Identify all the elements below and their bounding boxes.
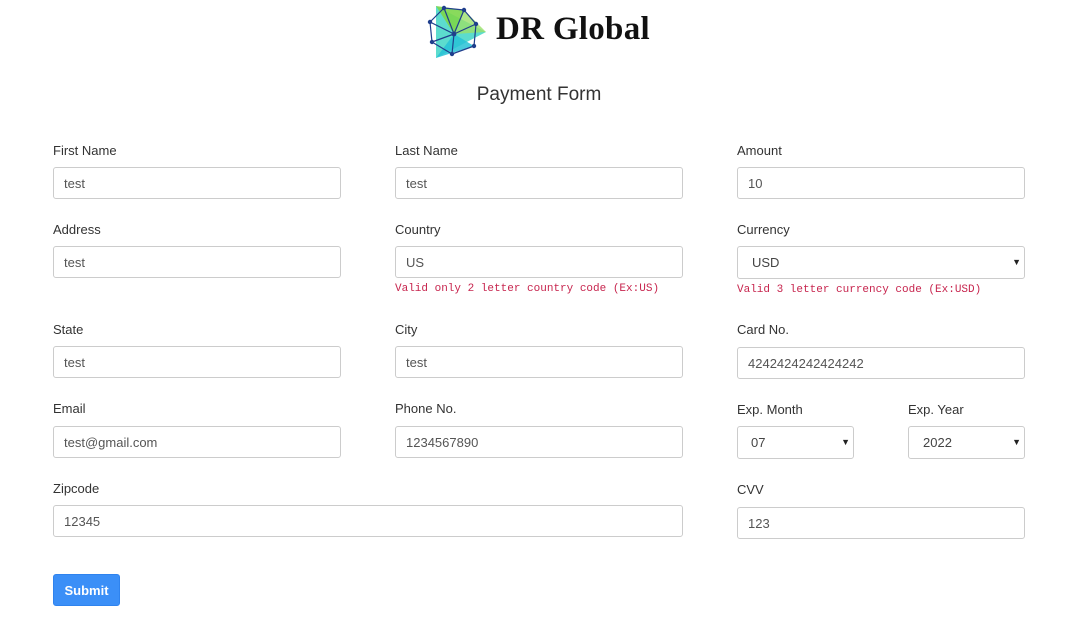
brand-name: DR Global bbox=[496, 11, 650, 47]
city-label: City bbox=[395, 322, 418, 337]
city-input[interactable] bbox=[395, 346, 683, 378]
amount-label: Amount bbox=[737, 143, 782, 158]
state-input[interactable] bbox=[53, 346, 341, 378]
currency-selected-value: USD bbox=[752, 255, 780, 270]
first-name-label: First Name bbox=[53, 143, 117, 158]
page-title: Payment Form bbox=[476, 84, 602, 105]
brand-logo: DR Global bbox=[424, 2, 664, 62]
exp-month-selected-value: 07 bbox=[751, 435, 766, 450]
card-number-input[interactable] bbox=[737, 347, 1025, 379]
phone-label: Phone No. bbox=[395, 401, 457, 416]
amount-input[interactable] bbox=[737, 167, 1025, 199]
last-name-input[interactable] bbox=[395, 167, 683, 199]
address-label: Address bbox=[53, 222, 101, 237]
address-input[interactable] bbox=[53, 246, 341, 278]
caret-down-icon: ▼ bbox=[1012, 437, 1021, 447]
last-name-label: Last Name bbox=[395, 143, 458, 158]
country-label: Country bbox=[395, 222, 441, 237]
caret-down-icon: ▼ bbox=[841, 437, 850, 447]
first-name-input[interactable] bbox=[53, 167, 341, 199]
currency-select[interactable]: USD ▼ bbox=[737, 246, 1025, 279]
caret-down-icon: ▼ bbox=[1012, 257, 1021, 267]
phone-input[interactable] bbox=[395, 426, 683, 458]
email-label: Email bbox=[53, 401, 86, 416]
cvv-input[interactable] bbox=[737, 507, 1025, 539]
submit-button[interactable]: Submit bbox=[53, 574, 120, 606]
zipcode-label: Zipcode bbox=[53, 481, 100, 496]
card-number-label: Card No. bbox=[737, 322, 790, 337]
polyhedron-triangle-logo-icon bbox=[427, 5, 486, 58]
zipcode-input[interactable] bbox=[53, 505, 683, 537]
exp-month-label: Exp. Month bbox=[737, 402, 803, 417]
exp-year-selected-value: 2022 bbox=[923, 435, 952, 450]
cvv-label: CVV bbox=[737, 482, 764, 497]
exp-year-select[interactable]: 2022 ▼ bbox=[908, 426, 1025, 459]
exp-month-select[interactable]: 07 ▼ bbox=[737, 426, 854, 459]
exp-year-label: Exp. Year bbox=[908, 402, 964, 417]
currency-help-text: Valid 3 letter currency code (Ex:USD) bbox=[737, 284, 982, 296]
country-help-text: Valid only 2 letter country code (Ex:US) bbox=[395, 283, 660, 295]
country-input[interactable] bbox=[395, 246, 683, 278]
currency-label: Currency bbox=[737, 222, 790, 237]
state-label: State bbox=[53, 322, 84, 337]
email-input[interactable] bbox=[53, 426, 341, 458]
